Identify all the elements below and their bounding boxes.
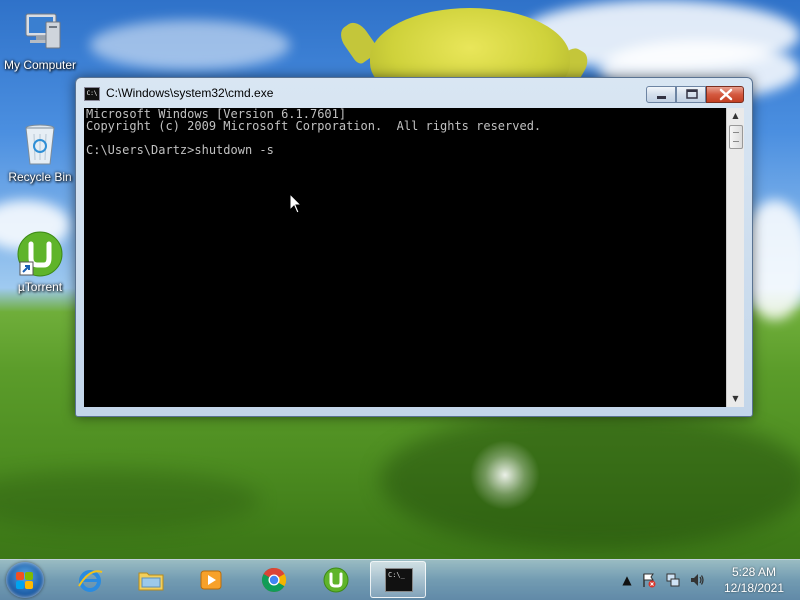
utorrent-icon [16,230,64,278]
cmd-icon-label: C:\_ [388,571,405,579]
vertical-scrollbar[interactable]: ▲ ▼ [726,108,744,407]
cmd-icon: C:\ [84,87,100,101]
system-tray: ▲ 5:28 AM 12/18/2021 [615,560,800,600]
chrome-icon [261,567,287,593]
desktop-icon-my-computer[interactable]: My Computer [0,8,80,72]
desktop-icon-label: Recycle Bin [8,170,72,184]
clock-date: 12/18/2021 [723,581,785,595]
taskbar-item-windows-explorer[interactable] [123,561,179,598]
scroll-up-arrow-icon[interactable]: ▲ [727,108,744,124]
folder-icon [138,572,164,591]
cmd-window[interactable]: C:\ C:\Windows\system32\cmd.exe Microsof… [75,77,753,417]
wallpaper-sun-glow [470,440,540,510]
desktop: My Computer Recycle Bin µTorrent C:\ C:\… [0,0,800,600]
wallpaper-hill-shadow [0,470,260,530]
clock[interactable]: 5:28 AM 12/18/2021 [715,564,793,596]
start-button[interactable] [6,562,44,598]
computer-icon [16,8,64,56]
maximize-button[interactable] [676,86,706,103]
taskbar: C:\_ ▲ 5:28 AM 12/18/2021 [0,559,800,600]
network-icon[interactable] [665,572,681,588]
close-button[interactable] [706,86,744,103]
window-titlebar[interactable]: C:\ C:\Windows\system32\cmd.exe [76,78,752,108]
utorrent-icon [323,567,349,593]
media-player-icon [200,570,222,590]
wallpaper-hill-shadow [380,410,800,550]
internet-explorer-icon [78,570,103,592]
wallpaper-cloud [90,20,290,70]
taskbar-item-utorrent[interactable] [308,561,364,598]
desktop-icon-label: My Computer [3,58,77,72]
mouse-cursor-icon [289,193,303,214]
volume-icon[interactable] [689,572,705,588]
maximize-icon [677,87,705,102]
desktop-icon-utorrent[interactable]: µTorrent [0,230,80,294]
taskbar-item-media-player[interactable] [183,561,239,598]
cmd-icon: C:\_ [385,568,413,592]
taskbar-item-command-prompt[interactable]: C:\_ [370,561,426,598]
console-area[interactable]: Microsoft Windows [Version 6.1.7601] Cop… [84,108,726,407]
taskbar-item-chrome[interactable] [246,561,302,598]
minimize-button[interactable] [646,86,676,103]
desktop-icon-recycle-bin[interactable]: Recycle Bin [0,120,80,184]
minimize-icon [647,87,675,102]
taskbar-item-internet-explorer[interactable] [62,561,118,598]
recycle-bin-icon [16,120,64,168]
console-text: Microsoft Windows [Version 6.1.7601] Cop… [86,107,542,157]
show-hidden-icons-icon[interactable]: ▲ [619,572,635,588]
window-title: C:\Windows\system32\cmd.exe [106,86,274,100]
close-icon [707,87,743,102]
clock-time: 5:28 AM [731,565,777,579]
action-center-flag-icon[interactable] [641,572,657,588]
scrollbar-thumb[interactable] [729,125,743,149]
desktop-icon-label: µTorrent [17,280,63,294]
scroll-down-arrow-icon[interactable]: ▼ [727,391,744,407]
